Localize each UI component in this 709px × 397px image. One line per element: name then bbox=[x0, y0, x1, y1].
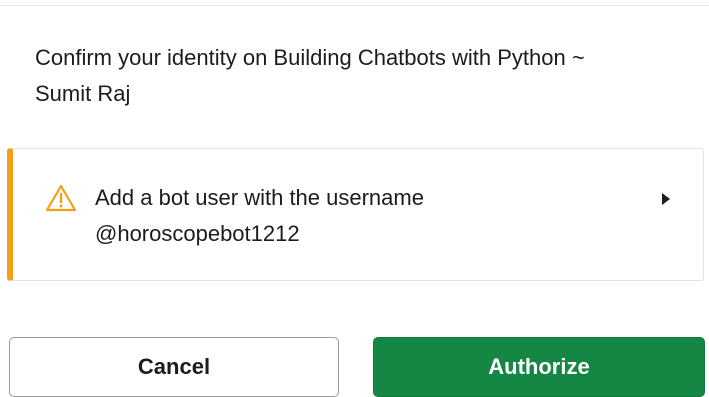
warning-triangle-icon bbox=[45, 184, 77, 212]
permission-description: Add a bot user with the username @horosc… bbox=[95, 180, 615, 252]
bot-user-permission-item[interactable]: Add a bot user with the username @horosc… bbox=[7, 148, 704, 281]
dialog-title: Confirm your identity on Building Chatbo… bbox=[35, 45, 585, 106]
top-divider bbox=[0, 5, 709, 6]
cancel-button[interactable]: Cancel bbox=[9, 337, 339, 397]
bot-username: @horoscopebot1212 bbox=[95, 221, 300, 246]
caret-right-icon[interactable] bbox=[661, 192, 671, 206]
permission-text-line1: Add a bot user with the username bbox=[95, 185, 424, 210]
oauth-authorize-dialog: Confirm your identity on Building Chatbo… bbox=[0, 0, 709, 397]
authorize-button[interactable]: Authorize bbox=[373, 337, 705, 397]
